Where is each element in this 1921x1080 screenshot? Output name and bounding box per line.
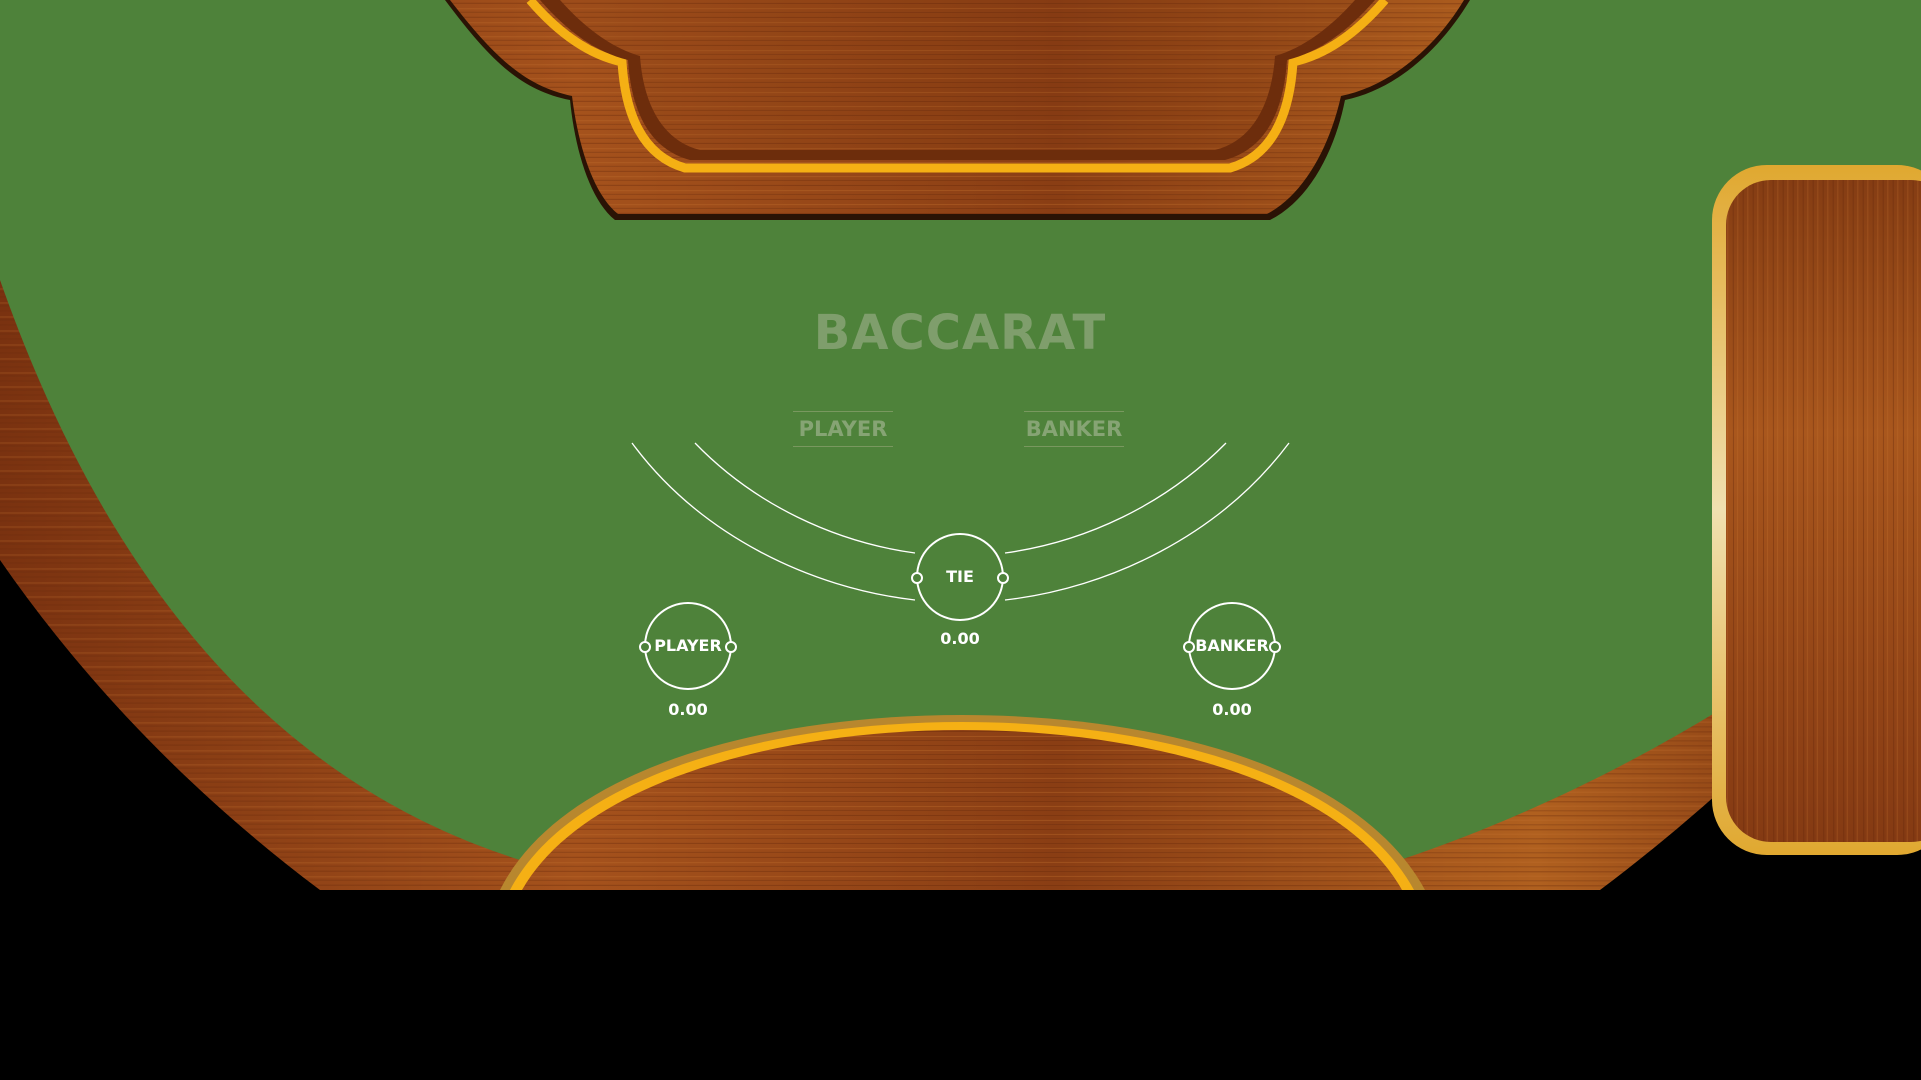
baccarat-table-scene: BACCARAT PLAYER BANKER TIE 0.00 PLAYER 0… — [0, 0, 1921, 1080]
table-title: BACCARAT — [813, 305, 1107, 361]
tie-bet-amount: 0.00 — [940, 629, 980, 648]
banker-bet-amount: 0.00 — [1212, 700, 1252, 719]
player-bet-amount: 0.00 — [668, 700, 708, 719]
tie-bet-label: TIE — [946, 567, 974, 586]
player-bet-label: PLAYER — [654, 636, 722, 655]
tie-bet-spot[interactable]: TIE — [911, 533, 1009, 621]
banker-bet-spot[interactable]: BANKER — [1183, 602, 1281, 690]
banker-bet-label: BANKER — [1195, 636, 1269, 655]
chip-tray-wood — [1726, 180, 1921, 842]
banker-side-label: BANKER — [1024, 411, 1124, 447]
bottom-black-area — [0, 890, 1921, 1080]
player-bet-spot[interactable]: PLAYER — [639, 602, 737, 690]
player-side-label: PLAYER — [793, 411, 893, 447]
